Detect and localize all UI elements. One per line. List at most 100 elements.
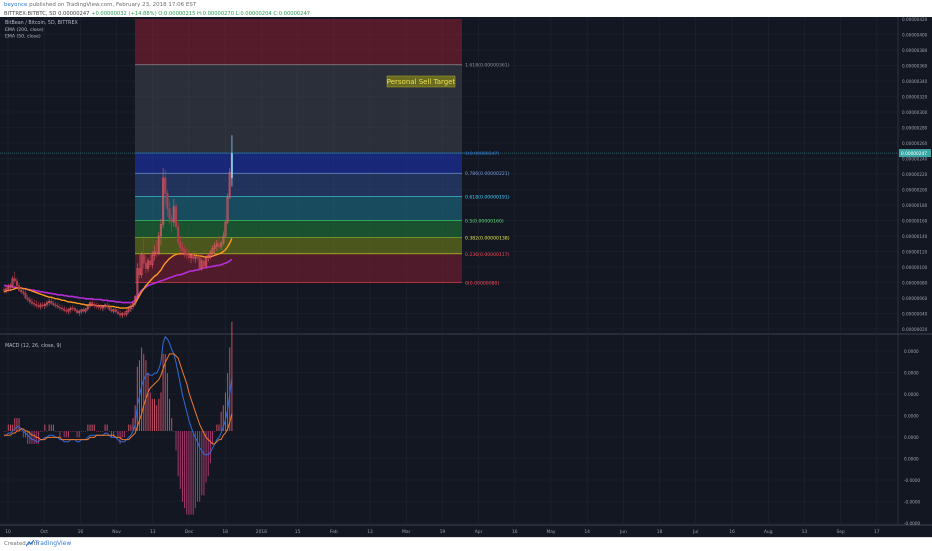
macd-histogram-bar bbox=[158, 398, 160, 431]
candle-body bbox=[179, 241, 182, 248]
candle-body bbox=[20, 290, 23, 293]
macd-tick-label: 0.0000 bbox=[904, 349, 919, 354]
author-link[interactable]: beyonce bbox=[4, 2, 27, 8]
time-tick-label: Dec bbox=[185, 529, 194, 535]
macd-histogram-bar bbox=[145, 360, 147, 431]
candle-body bbox=[50, 300, 53, 304]
candle-body bbox=[65, 310, 68, 312]
brand-link[interactable]: TradingView bbox=[35, 540, 71, 547]
macd-histogram-bar bbox=[98, 431, 100, 432]
time-tick-label: 16 bbox=[729, 529, 735, 535]
macd-histogram-bar bbox=[42, 431, 44, 432]
candle-body bbox=[54, 304, 57, 307]
macd-histogram-bar bbox=[123, 431, 125, 438]
candle-body bbox=[73, 308, 77, 311]
candle-body bbox=[185, 252, 188, 256]
candle-body bbox=[91, 302, 94, 305]
macd-histogram-bar bbox=[63, 431, 65, 438]
macd-histogram-bar bbox=[55, 431, 57, 432]
macd-histogram-bar bbox=[212, 431, 214, 444]
time-tick-label: Oct bbox=[40, 529, 48, 535]
macd-histogram-bar bbox=[166, 373, 168, 431]
macd-histogram-bar bbox=[9, 424, 11, 431]
chart-canvas[interactable]: 0.00000420 0.00000400 0.00000380 0.00000360… bbox=[0, 17, 932, 537]
macd-histogram-bar bbox=[31, 431, 33, 444]
macd-histogram-bar bbox=[33, 431, 35, 444]
price-tick-label: 0.00000380 bbox=[902, 48, 928, 53]
candle-body bbox=[181, 247, 184, 251]
macd-histogram-bar bbox=[115, 431, 117, 432]
candle-body bbox=[114, 309, 117, 313]
macd-histogram-bar bbox=[57, 431, 59, 432]
time-tick-label: 13 bbox=[802, 529, 808, 535]
candle-body bbox=[202, 260, 205, 267]
candle-body bbox=[138, 268, 141, 276]
macd-histogram-bar bbox=[121, 431, 123, 438]
candle-body bbox=[164, 177, 167, 194]
macd-histogram-bar bbox=[190, 431, 192, 515]
macd-histogram-bar bbox=[205, 431, 207, 483]
price-tick-label: 0.00000220 bbox=[902, 172, 928, 177]
macd-histogram-bar bbox=[100, 431, 102, 432]
indicator-legend: EMA (50, close) bbox=[5, 34, 41, 40]
macd-tick-label: 0.0000 bbox=[904, 414, 919, 419]
macd-histogram-bar bbox=[76, 431, 78, 438]
candle-body bbox=[35, 303, 38, 307]
price-tick-label: 0.00000300 bbox=[902, 110, 928, 115]
candle-body bbox=[168, 208, 171, 220]
macd-histogram-bar bbox=[61, 431, 63, 432]
fib-band bbox=[135, 173, 462, 197]
macd-histogram-bar bbox=[154, 398, 155, 431]
macd-histogram-bar bbox=[113, 431, 115, 438]
macd-histogram-bar bbox=[108, 431, 110, 432]
macd-histogram-bar bbox=[207, 431, 209, 476]
time-tick-label: 10 bbox=[5, 529, 11, 535]
time-tick-label: Nov bbox=[112, 529, 121, 535]
macd-histogram-bar bbox=[59, 431, 61, 438]
macd-histogram-bar bbox=[220, 411, 222, 431]
candle-body bbox=[33, 303, 36, 305]
time-tick-label: Aug bbox=[764, 529, 773, 535]
candle-body bbox=[97, 306, 100, 308]
candle-body bbox=[170, 218, 173, 223]
candle-body bbox=[26, 297, 29, 300]
macd-histogram-bar bbox=[18, 418, 20, 431]
macd-histogram-bar bbox=[16, 418, 18, 431]
fib-level-label: 1.618(0.00000361) bbox=[465, 63, 510, 69]
candle-body bbox=[82, 309, 85, 312]
macd-tick-label: 0.0000 bbox=[904, 435, 919, 440]
price-tick-label: 0.00000200 bbox=[902, 188, 928, 193]
macd-histogram-bar bbox=[48, 424, 50, 431]
macd-histogram-bar bbox=[106, 424, 108, 431]
time-tick-label: 19 bbox=[440, 529, 446, 535]
macd-tick-label: -0.0000 bbox=[904, 521, 920, 526]
published-text: published on TradingView.com, February 2… bbox=[27, 2, 197, 8]
price-tick-label: 0.00000320 bbox=[902, 95, 928, 100]
price-tick-label: 0.00000120 bbox=[902, 250, 928, 255]
candle-body bbox=[63, 308, 66, 311]
macd-tick-label: -0.0000 bbox=[904, 478, 920, 483]
candle-body bbox=[142, 254, 145, 264]
macd-histogram-bar bbox=[128, 424, 130, 431]
price-tick-label: 0.00000060 bbox=[902, 296, 928, 301]
macd-histogram-bar bbox=[149, 392, 151, 431]
macd-histogram-bar bbox=[102, 431, 104, 432]
price-tick-label: 0.00000040 bbox=[902, 312, 928, 317]
fib-level-label: 0.382(0.00000138) bbox=[465, 236, 510, 242]
macd-histogram-bar bbox=[65, 431, 67, 438]
time-tick-label: Feb bbox=[330, 529, 338, 535]
price-tick-label: 0.00000180 bbox=[902, 203, 928, 208]
macd-histogram-bar bbox=[93, 424, 95, 431]
macd-histogram-bar bbox=[85, 431, 87, 432]
fib-level-label: 1(0.00000247) bbox=[465, 151, 499, 157]
candle-body bbox=[110, 309, 113, 312]
macd-histogram-bar bbox=[104, 424, 106, 431]
snapshot-footer: Created with TradingView bbox=[0, 537, 932, 551]
time-tick-label: Sep bbox=[836, 529, 844, 535]
candle-body bbox=[166, 193, 169, 210]
fib-level-label: 0.786(0.00000221) bbox=[465, 171, 510, 177]
candle-body bbox=[123, 313, 126, 315]
candle-body bbox=[76, 310, 79, 313]
price-tick-label: 0.00000340 bbox=[902, 79, 928, 84]
macd-histogram-bar bbox=[89, 424, 91, 431]
